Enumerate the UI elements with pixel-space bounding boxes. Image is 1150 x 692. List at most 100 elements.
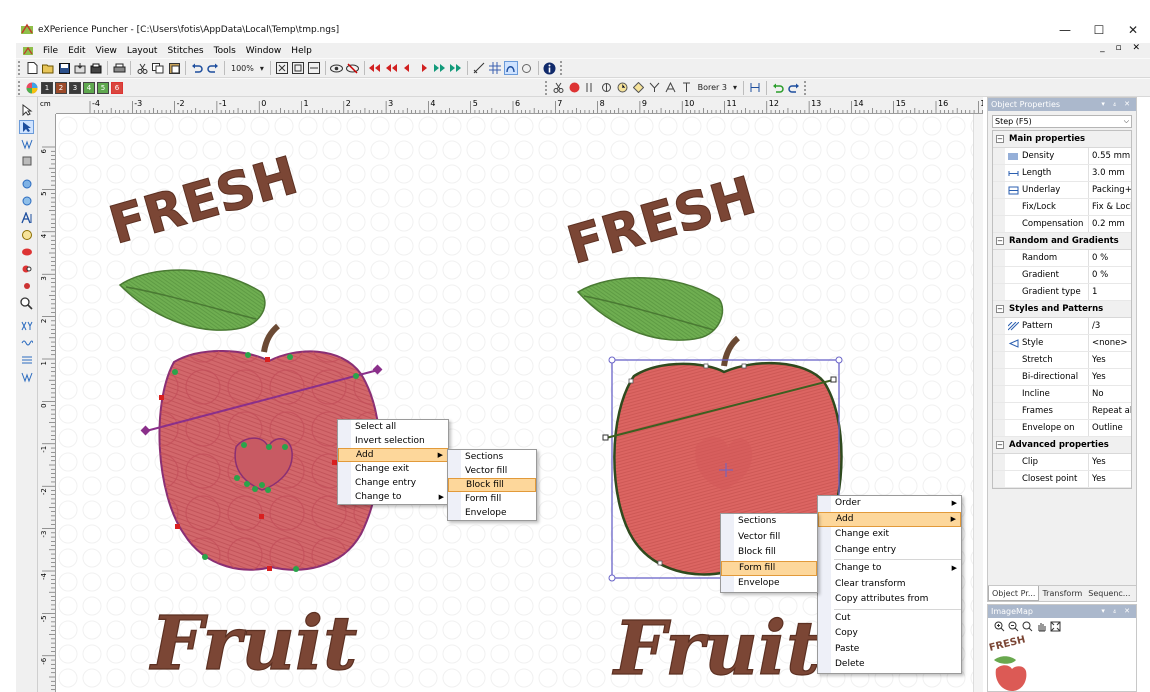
zoom-tool-icon[interactable]	[19, 296, 34, 310]
property-row[interactable]: Gradient type 1	[993, 284, 1131, 301]
prev-stitch-icon[interactable]	[401, 61, 415, 75]
property-row[interactable]: Underlay Packing+	[993, 182, 1131, 199]
stop-icon[interactable]	[568, 81, 582, 95]
property-row[interactable]: Length 3.0 mm	[993, 165, 1131, 182]
property-value[interactable]: Fix & Lock	[1089, 199, 1131, 215]
red-stop-icon[interactable]	[19, 245, 34, 259]
menu-item-block-fill[interactable]: Block fill	[721, 545, 817, 561]
prev-color-icon[interactable]	[385, 61, 399, 75]
hide-stitches-icon[interactable]	[346, 61, 360, 75]
horizontal-ruler[interactable]: -4-3-2-10123456789101112131415161	[38, 97, 983, 114]
menu-item-change-entry[interactable]: Change entry	[818, 543, 961, 559]
property-value[interactable]: Repeat all	[1089, 403, 1131, 419]
zoom-reset-icon[interactable]	[1020, 619, 1034, 633]
kerning-icon[interactable]	[748, 81, 762, 95]
next-color-icon[interactable]	[433, 61, 447, 75]
menu-window[interactable]: Window	[241, 46, 287, 56]
chevron-down-icon[interactable]: ▾	[730, 83, 740, 92]
property-row[interactable]: Gradient 0 %	[993, 267, 1131, 284]
property-row[interactable]: Envelope on Outline	[993, 420, 1131, 437]
property-row[interactable]: Closest point Yes	[993, 471, 1131, 488]
menu-layout[interactable]: Layout	[122, 46, 163, 56]
property-category[interactable]: − Advanced properties	[993, 437, 1131, 454]
menu-item-invert-selection[interactable]: Invert selection	[338, 434, 448, 448]
pattern-tool-icon[interactable]	[19, 353, 34, 367]
property-value[interactable]: 3.0 mm	[1089, 165, 1131, 181]
close-button[interactable]: ✕	[1116, 17, 1150, 43]
open-folder-icon[interactable]	[41, 61, 55, 75]
property-value[interactable]: Yes	[1089, 352, 1131, 368]
new-file-icon[interactable]	[25, 61, 39, 75]
next-stitch-icon[interactable]	[417, 61, 431, 75]
node-select-tool-icon[interactable]	[19, 120, 34, 134]
show-stitches-icon[interactable]	[330, 61, 344, 75]
print-icon[interactable]	[112, 61, 126, 75]
redo-icon[interactable]	[206, 61, 220, 75]
letter-tool-icon[interactable]	[680, 81, 694, 95]
panel-window-buttons[interactable]: ▾ ₄ ✕	[1101, 98, 1133, 111]
toolbar-grip[interactable]	[18, 80, 22, 95]
tab-transform[interactable]: Transform	[1039, 586, 1085, 601]
menu-item-order[interactable]: Order ▶	[818, 496, 961, 512]
collapse-icon[interactable]: −	[996, 237, 1004, 245]
menu-item-copy[interactable]: Copy	[818, 626, 961, 642]
import-icon[interactable]	[73, 61, 87, 75]
menu-item-select-all[interactable]: Select all	[338, 420, 448, 434]
trim-icon[interactable]	[584, 81, 598, 95]
rotate-view-icon[interactable]	[520, 61, 534, 75]
property-value[interactable]: 0.55 mm	[1089, 148, 1131, 164]
layer-button-5[interactable]: 5	[97, 81, 109, 94]
menu-stitches[interactable]: Stitches	[162, 46, 208, 56]
color-palette-icon[interactable]	[25, 81, 39, 95]
menu-tools[interactable]: Tools	[209, 46, 241, 56]
property-row[interactable]: Incline No	[993, 386, 1131, 403]
menu-item-block-fill[interactable]: Block fill	[448, 478, 536, 492]
property-value[interactable]: /3	[1089, 318, 1131, 334]
menu-item-form-fill[interactable]: Form fill	[721, 560, 817, 576]
menu-item-form-fill[interactable]: Form fill	[448, 492, 536, 506]
color-stop-icon[interactable]	[19, 262, 34, 276]
layer-button-3[interactable]: 3	[69, 81, 81, 94]
fruit-text-left[interactable]: Fruit	[148, 600, 358, 687]
property-value[interactable]: Yes	[1089, 369, 1131, 385]
last-stitch-icon[interactable]	[449, 61, 463, 75]
vertical-scrollbar[interactable]	[973, 114, 983, 692]
menu-item-sections[interactable]: Sections	[721, 514, 817, 530]
property-row[interactable]: Stretch Yes	[993, 352, 1131, 369]
property-row[interactable]: Density 0.55 mm	[993, 148, 1131, 165]
collapse-icon[interactable]: −	[996, 135, 1004, 143]
zoom-in-icon[interactable]	[992, 619, 1006, 633]
property-value[interactable]: 0.2 mm	[1089, 216, 1131, 232]
save-icon[interactable]	[57, 61, 71, 75]
menu-item-add[interactable]: Add ▶	[338, 448, 448, 462]
zoom-page-icon[interactable]	[307, 61, 321, 75]
pan-hand-icon[interactable]	[1034, 619, 1048, 633]
menu-item-cut[interactable]: Cut	[818, 611, 961, 627]
font-combo[interactable]: Borer 3	[695, 83, 730, 92]
menu-item-sections[interactable]: Sections	[448, 450, 536, 464]
property-row[interactable]: Clip Yes	[993, 454, 1131, 471]
property-value[interactable]: <none>	[1089, 335, 1131, 351]
zoom-out-icon[interactable]	[1006, 619, 1020, 633]
chevron-down-icon[interactable]: ⌵	[1124, 116, 1129, 127]
monogram-tool-icon[interactable]	[19, 228, 34, 242]
mdi-window-controls[interactable]: _ ▫ ✕	[1100, 43, 1144, 53]
badge-icon[interactable]	[632, 81, 646, 95]
menu-item-change-entry[interactable]: Change entry	[338, 476, 448, 490]
xy-tool-icon[interactable]	[19, 319, 34, 333]
menu-item-change-to[interactable]: Change to ▶	[818, 561, 961, 577]
object-type-select[interactable]: Step (F5) ⌵	[992, 115, 1132, 128]
undo-icon[interactable]	[190, 61, 204, 75]
zoom-level-combo[interactable]: 100%	[228, 64, 257, 73]
stitch-editor-icon[interactable]	[19, 137, 34, 151]
toolbar-grip[interactable]	[18, 61, 22, 75]
wave-tool-icon[interactable]	[19, 336, 34, 350]
menu-item-change-exit[interactable]: Change exit	[338, 462, 448, 476]
property-value[interactable]: Yes	[1089, 454, 1131, 470]
property-category[interactable]: − Styles and Patterns	[993, 301, 1131, 318]
zoom-fit-icon[interactable]	[275, 61, 289, 75]
fit-view-icon[interactable]	[1048, 619, 1062, 633]
fill-tool-icon[interactable]	[19, 194, 34, 208]
menu-file[interactable]: File	[38, 46, 63, 56]
property-row[interactable]: Pattern/3	[993, 318, 1131, 335]
